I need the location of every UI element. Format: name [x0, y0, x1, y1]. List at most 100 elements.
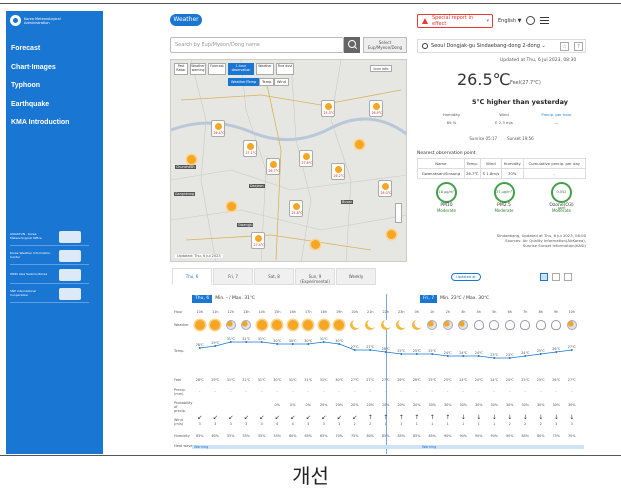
chevron-down-icon: ▾: [486, 18, 489, 24]
favorite-star-icon[interactable]: ☆: [560, 41, 569, 51]
map-control-fine-dust[interactable]: Fine dust: [276, 63, 294, 75]
air-quality-pm10[interactable]: 18 µg/m³ PM10 Moderate: [424, 182, 469, 213]
day-header-fri: Fri, 7 Min. 23℃ / Max. 30℃: [420, 294, 489, 303]
forecast-cell: 15h: [274, 310, 281, 314]
map-control-weather[interactable]: Weather: [256, 63, 274, 75]
bar-chart-view-icon[interactable]: [552, 273, 560, 281]
partner-link[interactable]: Korea Weather Information Center: [10, 248, 89, 265]
warning-icon: [422, 18, 428, 24]
forecast-cell: 1: [431, 422, 434, 426]
forecast-cell: 2: [369, 422, 372, 426]
map-weather-marker[interactable]: 26.4°C: [211, 120, 225, 137]
map-sub-temp[interactable]: Temp: [259, 78, 275, 86]
map-sub-weather-temp[interactable]: Weather/Temp: [228, 78, 260, 86]
forecast-cell: 4: [291, 422, 294, 426]
map-weather-marker[interactable]: 26.2°C: [331, 163, 345, 180]
humidity-stat: Humidity 69 %: [429, 112, 474, 125]
partner-link[interactable]: ASIASTUN · Korea Meteorological Office: [10, 229, 89, 246]
partner-link[interactable]: WMO Asia Seismic/Korea: [10, 267, 89, 284]
brand[interactable]: Korea Meteorological Administration: [10, 15, 74, 26]
map-control-warning[interactable]: Weather warning: [190, 63, 206, 75]
tab-thu-6[interactable]: Thu, 6: [172, 268, 212, 285]
map-sub-wind[interactable]: Wind: [274, 78, 289, 86]
map-weather-marker[interactable]: 26.0°C: [378, 180, 392, 197]
map-weather-marker[interactable]: 27.4°C: [251, 232, 265, 249]
forecast-cell: ↑: [398, 414, 404, 421]
table-header: Humidity: [500, 158, 524, 169]
forecast-cell: 31℃: [242, 378, 251, 382]
weather-tab[interactable]: Weather: [170, 14, 202, 26]
sidebar-item-typhoon[interactable]: Typhoon: [11, 80, 69, 99]
airplane-icon: [59, 231, 81, 243]
forecast-updated-button[interactable]: Updated at: [451, 273, 481, 281]
tab-weekly[interactable]: Weekly: [336, 268, 376, 285]
forecast-cell: ↙: [228, 414, 234, 421]
forecast-cell: 11h: [212, 310, 219, 314]
sun-icon: [256, 320, 267, 330]
forecast-cell: ↓: [460, 414, 466, 421]
table-header: Temp.: [463, 158, 481, 169]
tab-sat-8[interactable]: Sat, 8: [254, 268, 294, 285]
forecast-cell: 2: [508, 422, 511, 426]
current-location[interactable]: Seoul Dongjak-gu Sindaebang-dong 2-dong …: [431, 43, 557, 49]
forecast-cell: -: [524, 389, 526, 393]
map-weather-marker[interactable]: 26.9°C: [369, 100, 383, 117]
map-control-observation[interactable]: 1-hour observation: [228, 63, 254, 75]
forecast-cell: ↙: [243, 414, 249, 421]
sidebar-item-chart-images[interactable]: Chart·Images: [11, 62, 69, 81]
search-input[interactable]: Search by Eup/Myeon/Dong name: [170, 37, 344, 53]
table-view-icon[interactable]: [564, 273, 572, 281]
map-weather-marker[interactable]: 27.6°C: [299, 150, 313, 167]
current-temperature: 26.5℃: [457, 70, 511, 89]
special-report-dropdown[interactable]: Special report in effect ▾: [417, 14, 493, 28]
forecast-cell: 30%: [428, 403, 437, 407]
select-area-button[interactable]: Select Eup/Myeon/Dong: [363, 37, 407, 53]
forecast-cell: 6h: [507, 310, 512, 314]
temperature-point: [431, 353, 434, 355]
help-icon[interactable]: ?: [574, 41, 583, 51]
graph-view-icon[interactable]: [540, 273, 548, 281]
moon-icon: [365, 320, 376, 330]
air-quality-pm25[interactable]: 37 µg/m³ PM2.5 Moderate: [482, 182, 527, 213]
forecast-cell: ↓: [538, 414, 544, 421]
sidebar-item-earthquake[interactable]: Earthquake: [11, 99, 69, 118]
map-zoom-control[interactable]: [395, 203, 402, 223]
partly-cloudy-icon: [442, 320, 453, 330]
row-label-weather: Weather: [174, 323, 189, 327]
table-cell: 26.7℃: [463, 168, 481, 179]
air-quality-ozone[interactable]: 0.052 ppm Ozone(O3) Moderate: [539, 182, 584, 213]
target-location-icon[interactable]: [422, 43, 428, 49]
temperature-label: 29℃: [211, 341, 219, 345]
sun-icon: [318, 320, 329, 330]
map-weather-marker[interactable]: 25.3°C: [321, 100, 335, 117]
forecast-cell: 7h: [523, 310, 528, 314]
forecast-cell: 25℃: [428, 378, 437, 382]
map-weather-marker[interactable]: 27.1°C: [243, 140, 257, 157]
weather-map[interactable]: Past Radar Weather warning Forecast 1-ho…: [170, 59, 407, 262]
forecast-cell: ↓: [491, 414, 497, 421]
tab-fri-7[interactable]: Fri, 7: [213, 268, 253, 285]
map-control-forecast[interactable]: Forecast: [208, 63, 226, 75]
table-header-row: Name Temp. Wind Humidity Cumulative prec…: [417, 158, 586, 169]
map-weather-marker[interactable]: 25.8°C: [289, 200, 303, 217]
source-line: Sunrise Sunset Information(KASI): [522, 243, 586, 248]
settings-icon[interactable]: [526, 16, 535, 25]
forecast-cell: 1: [384, 422, 387, 426]
sidebar-item-forecast[interactable]: Forecast: [11, 43, 69, 62]
search-button[interactable]: [344, 37, 360, 53]
map-icon-info-button[interactable]: Icon info: [370, 65, 392, 72]
temperature-point: [291, 343, 294, 345]
forecast-cell: 1: [477, 422, 480, 426]
map-weather-marker[interactable]: 26.7°C: [266, 158, 280, 175]
partner-link[interactable]: SNP International Cooperation: [10, 286, 89, 303]
location-selector[interactable]: Seoul Dongjak-gu Sindaebang-dong 2-dong …: [417, 39, 586, 53]
language-selector[interactable]: English ▼: [498, 18, 522, 24]
temperature-point: [338, 343, 341, 345]
map-control-past-radar[interactable]: Past Radar: [174, 63, 188, 75]
temperature-label: 24℃: [475, 351, 483, 355]
forecast-cell: [239, 403, 255, 407]
tab-sun-9[interactable]: Sun, 9 (Experimental): [295, 268, 335, 285]
sidebar-item-kma-introduction[interactable]: KMA Introduction: [11, 117, 69, 136]
forecast-cell: [208, 403, 224, 407]
hamburger-menu-icon[interactable]: [540, 17, 549, 24]
